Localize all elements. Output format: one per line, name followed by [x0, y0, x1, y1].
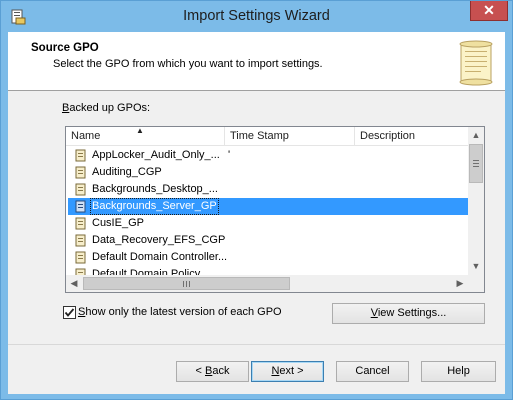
list-rows: AppLocker_Audit_Only_... ' Auditing_CGP …: [66, 146, 468, 276]
horizontal-scrollbar[interactable]: ◀ ▶: [66, 275, 468, 292]
row-name: Backgrounds_Desktop_...: [92, 183, 218, 195]
list-item[interactable]: Data_Recovery_EFS_CGP: [68, 232, 468, 249]
gpo-backup-icon: [75, 166, 86, 179]
column-time-stamp[interactable]: Time Stamp: [225, 127, 355, 145]
view-settings-button[interactable]: View Settings...: [332, 303, 485, 324]
back-button[interactable]: < Back: [176, 361, 249, 382]
column-time-stamp-label: Time Stamp: [230, 130, 289, 142]
list-item[interactable]: Default Domain Controller...: [68, 249, 468, 266]
list-item[interactable]: Auditing_CGP: [68, 164, 468, 181]
latest-version-checkbox[interactable]: [63, 306, 76, 319]
wizard-header: Source GPO Select the GPO from which you…: [8, 32, 505, 91]
page-subtitle: Select the GPO from which you want to im…: [53, 58, 323, 70]
grip-line: [183, 281, 184, 287]
close-button[interactable]: ✕: [470, 1, 508, 21]
label-rest: acked up GPOs:: [69, 102, 151, 114]
gpo-backup-icon: [75, 217, 86, 230]
view-settings-mnemonic: V: [370, 307, 378, 319]
column-description[interactable]: Description: [355, 127, 468, 145]
list-header: Name ▲ Time Stamp Description: [66, 127, 468, 146]
scrollbar-corner: [468, 275, 484, 292]
gpo-backup-icon: [75, 200, 86, 213]
title-bar[interactable]: Import Settings Wizard ✕: [1, 1, 512, 32]
back-rest: ack: [212, 365, 230, 377]
next-rest: ext >: [279, 365, 304, 377]
vertical-scroll-thumb[interactable]: [469, 144, 483, 183]
scroll-document-icon: [459, 40, 493, 86]
column-name-label: Name: [71, 130, 101, 142]
horizontal-scroll-thumb[interactable]: [83, 277, 290, 290]
list-item[interactable]: Backgrounds_Desktop_...: [68, 181, 468, 198]
help-button[interactable]: Help: [421, 361, 496, 382]
close-icon: ✕: [483, 2, 495, 18]
row-name: Backgrounds_Server_GP: [90, 198, 219, 215]
page-title: Source GPO: [31, 42, 99, 54]
checkbox-label-rest: how only the latest version of each GPO: [85, 306, 282, 318]
column-name[interactable]: Name ▲: [66, 127, 225, 145]
gpo-list[interactable]: Name ▲ Time Stamp Description AppLocker_…: [65, 126, 485, 293]
row-name: Default Domain Controller...: [92, 251, 228, 263]
latest-version-label: Show only the latest version of each GPO: [78, 306, 282, 318]
chevron-up-icon[interactable]: ▲: [468, 127, 484, 143]
chevron-right-icon[interactable]: ▶: [452, 275, 468, 292]
footer-divider: [8, 344, 505, 345]
sort-ascending-icon: ▲: [136, 126, 144, 135]
list-item[interactable]: CusIE_GP: [68, 215, 468, 232]
backed-up-gpos-label: Backed up GPOs:: [62, 102, 150, 114]
chevron-down-icon[interactable]: ▼: [468, 258, 484, 274]
grip-line: [473, 160, 479, 161]
wizard-client-area: Source GPO Select the GPO from which you…: [8, 32, 505, 394]
view-settings-rest: iew Settings...: [377, 307, 447, 319]
row-name: AppLocker_Audit_Only_...: [92, 149, 220, 161]
checkmark-icon: [64, 308, 75, 317]
wizard-window: Import Settings Wizard ✕ Source GPO Sele…: [0, 0, 513, 400]
row-time-stamp: ': [228, 149, 231, 161]
gpo-backup-icon: [75, 251, 86, 264]
gpo-backup-icon: [75, 149, 86, 162]
cancel-button[interactable]: Cancel: [336, 361, 409, 382]
row-name: CusIE_GP: [92, 217, 144, 229]
row-name: Auditing_CGP: [92, 166, 162, 178]
chevron-left-icon[interactable]: ◀: [66, 275, 82, 292]
vertical-scrollbar[interactable]: ▲ ▼: [468, 127, 484, 275]
grip-line: [189, 281, 190, 287]
grip-line: [186, 281, 187, 287]
list-item-selected[interactable]: Backgrounds_Server_GP: [68, 198, 468, 215]
grip-line: [473, 166, 479, 167]
next-button[interactable]: Next >: [251, 361, 324, 382]
row-name: Data_Recovery_EFS_CGP: [92, 234, 226, 246]
column-description-label: Description: [360, 130, 416, 142]
back-prefix: <: [195, 365, 205, 377]
gpo-backup-icon: [75, 234, 86, 247]
list-item[interactable]: AppLocker_Audit_Only_... ': [68, 147, 468, 164]
grip-line: [473, 163, 479, 164]
window-title: Import Settings Wizard: [183, 8, 330, 24]
gpo-backup-icon: [75, 183, 86, 196]
